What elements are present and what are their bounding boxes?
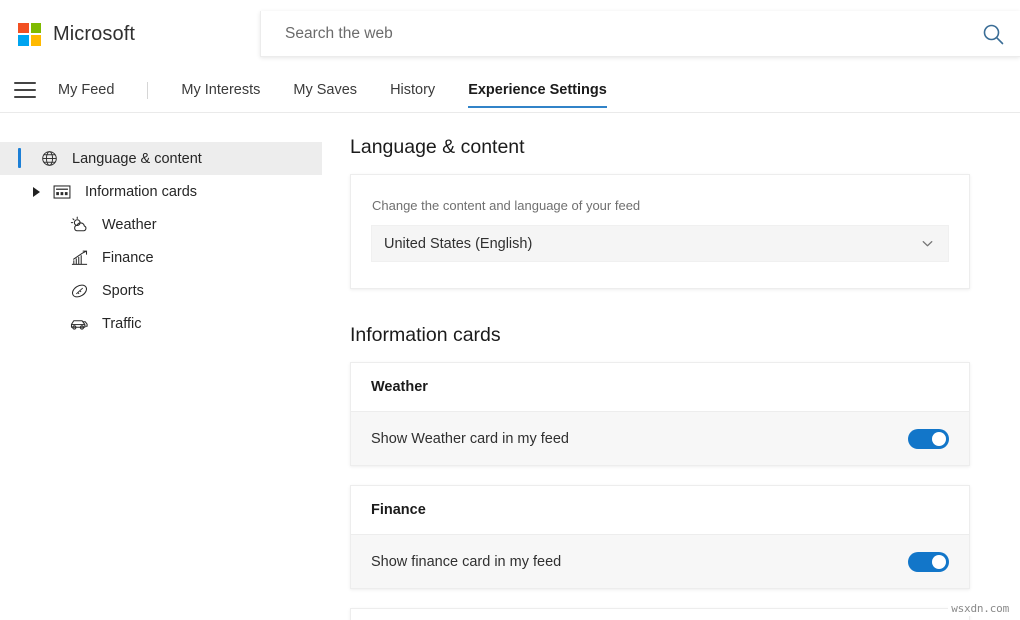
expand-triangle-icon[interactable] bbox=[33, 187, 47, 197]
sidebar-item-label: Traffic bbox=[102, 316, 141, 332]
weather-card-toggle[interactable] bbox=[908, 429, 949, 449]
weather-icon bbox=[68, 215, 90, 235]
info-card-title: Finance bbox=[371, 502, 426, 518]
info-card-weather: Weather Show Weather card in my feed bbox=[350, 362, 970, 466]
information-cards-title: Information cards bbox=[350, 324, 1002, 347]
info-card-toggle-row: Show finance card in my feed bbox=[351, 535, 969, 588]
sidebar-item-traffic[interactable]: Traffic bbox=[0, 307, 322, 340]
search-icon[interactable] bbox=[980, 21, 1006, 47]
nav-item-my-feed[interactable]: My Feed bbox=[58, 78, 114, 103]
sidebar-item-sports[interactable]: Sports bbox=[0, 274, 322, 307]
search-input[interactable] bbox=[285, 25, 980, 43]
nav-item-my-saves[interactable]: My Saves bbox=[293, 78, 357, 103]
info-card-header: Sports bbox=[351, 609, 969, 620]
nav-item-my-interests[interactable]: My Interests bbox=[181, 78, 260, 103]
sidebar-item-label: Sports bbox=[102, 283, 144, 299]
watermark: wsxdn.com bbox=[948, 601, 1012, 616]
sidebar-item-label: Weather bbox=[102, 217, 157, 233]
info-card-toggle-row: Show Weather card in my feed bbox=[351, 412, 969, 465]
info-card-finance: Finance Show finance card in my feed bbox=[350, 485, 970, 589]
sidebar-item-label: Language & content bbox=[72, 151, 202, 167]
sidebar-item-weather[interactable]: Weather bbox=[0, 208, 322, 241]
nav-divider bbox=[147, 82, 148, 99]
finance-card-toggle[interactable] bbox=[908, 552, 949, 572]
language-hint: Change the content and language of your … bbox=[372, 198, 949, 213]
nav-item-history[interactable]: History bbox=[390, 78, 435, 103]
page-body: Language & content Information cards bbox=[0, 113, 1020, 620]
toggle-knob bbox=[932, 555, 946, 569]
finance-icon bbox=[68, 248, 90, 268]
info-card-sports: Sports bbox=[350, 608, 970, 620]
language-dropdown-value: United States (English) bbox=[384, 236, 919, 252]
microsoft-logo-icon bbox=[18, 23, 41, 46]
main-content: Language & content Change the content an… bbox=[345, 113, 1020, 620]
cards-icon bbox=[51, 182, 73, 202]
sidebar: Language & content Information cards bbox=[0, 113, 345, 620]
sidebar-item-finance[interactable]: Finance bbox=[0, 241, 322, 274]
toggle-knob bbox=[932, 432, 946, 446]
language-content-title: Language & content bbox=[350, 136, 1002, 159]
sidebar-item-label: Information cards bbox=[85, 184, 197, 200]
info-card-title: Weather bbox=[371, 379, 428, 395]
chevron-down-icon bbox=[919, 236, 935, 252]
info-card-header: Finance bbox=[351, 486, 969, 535]
nav-bar: My Feed My Interests My Saves History Ex… bbox=[0, 68, 1020, 113]
sports-icon bbox=[68, 281, 90, 301]
search-bar[interactable] bbox=[260, 11, 1020, 57]
info-card-row-label: Show finance card in my feed bbox=[371, 554, 908, 570]
microsoft-brand[interactable]: Microsoft bbox=[18, 23, 135, 46]
info-card-header: Weather bbox=[351, 363, 969, 412]
sidebar-item-language-content[interactable]: Language & content bbox=[0, 142, 322, 175]
language-dropdown[interactable]: United States (English) bbox=[371, 225, 949, 262]
hamburger-icon[interactable] bbox=[14, 82, 36, 98]
traffic-icon bbox=[68, 314, 90, 334]
info-card-row-label: Show Weather card in my feed bbox=[371, 431, 908, 447]
language-content-card: Change the content and language of your … bbox=[350, 174, 970, 289]
globe-icon bbox=[38, 149, 60, 169]
sidebar-item-label: Finance bbox=[102, 250, 154, 266]
page-header: Microsoft bbox=[0, 0, 1020, 68]
brand-name: Microsoft bbox=[53, 23, 135, 46]
sidebar-item-information-cards[interactable]: Information cards bbox=[0, 175, 322, 208]
nav-item-experience-settings[interactable]: Experience Settings bbox=[468, 78, 607, 103]
